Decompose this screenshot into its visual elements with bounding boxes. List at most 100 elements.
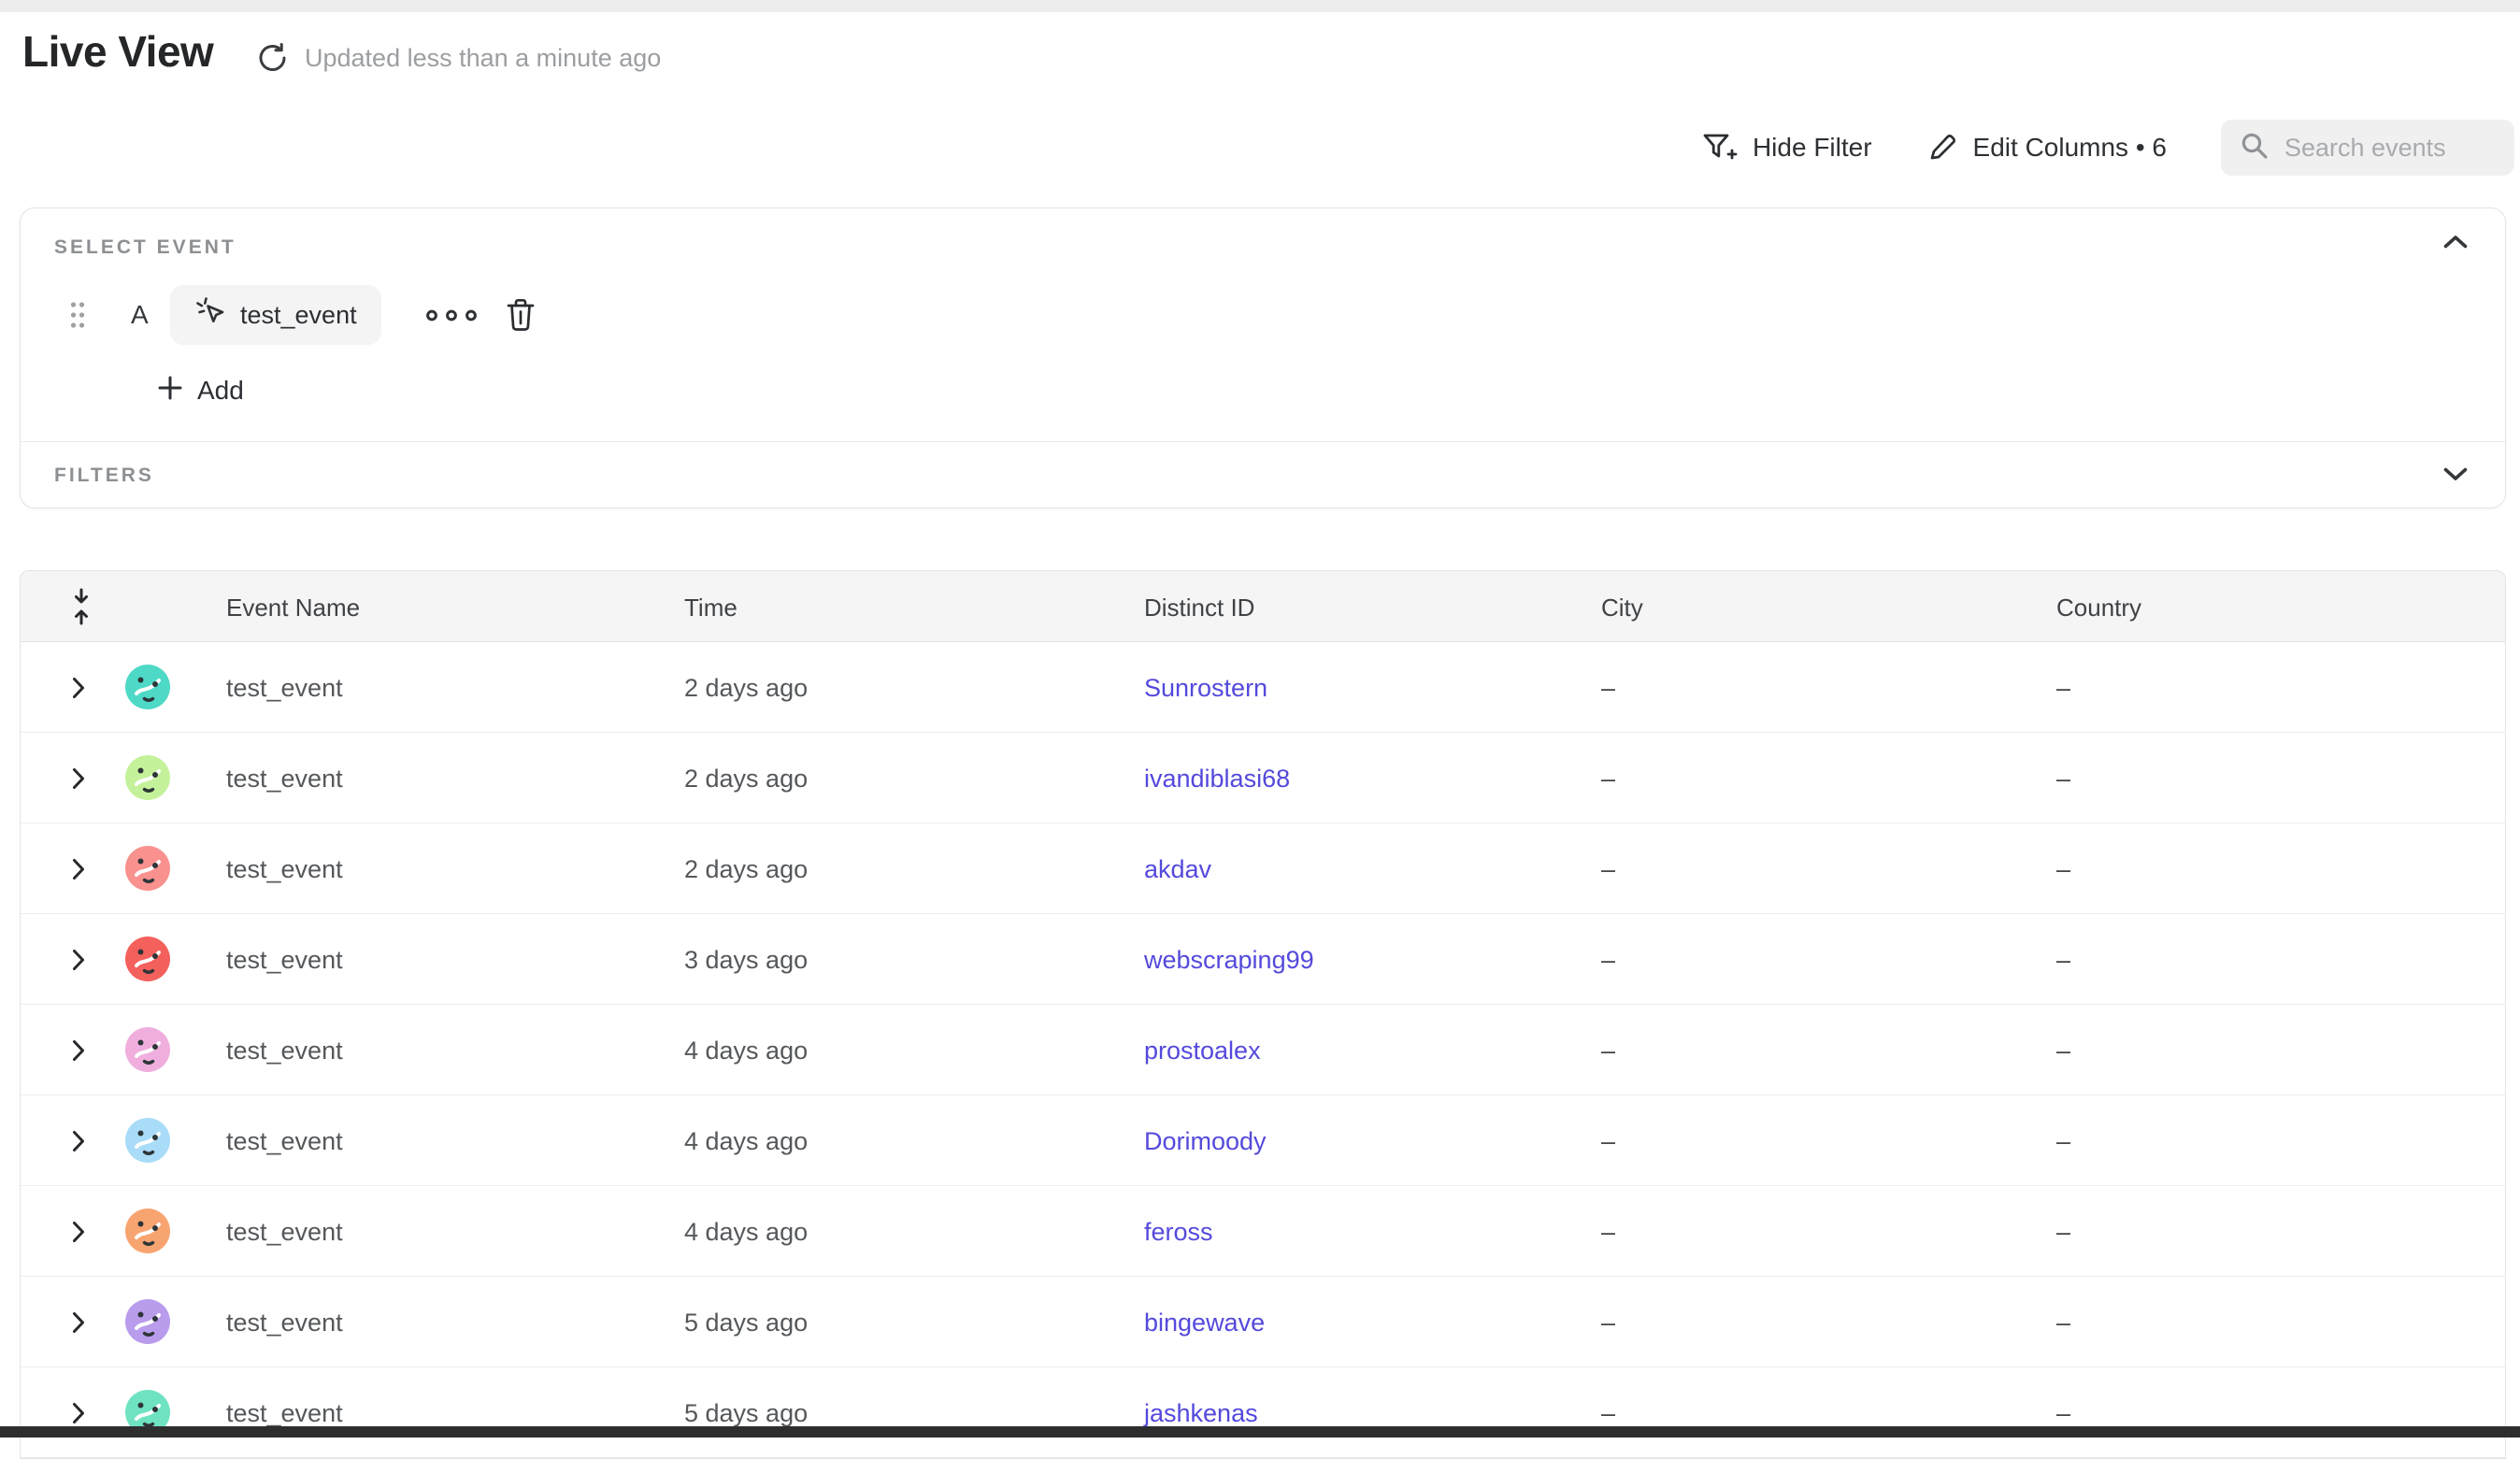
table-row: test_event 2 days ago Sunrostern – – — [21, 642, 2505, 733]
row-expand-chevron-icon[interactable] — [72, 1311, 85, 1338]
row-expand-chevron-icon[interactable] — [72, 767, 85, 794]
expand-filters-chevron-down-icon[interactable] — [2443, 467, 2468, 486]
distinct-id-link[interactable]: webscraping99 — [1144, 945, 1314, 975]
filters-section-label: FILTERS — [54, 465, 154, 487]
time-cell: 4 days ago — [684, 1126, 808, 1156]
avatar — [125, 755, 170, 800]
row-expand-chevron-icon[interactable] — [72, 858, 85, 885]
city-cell: – — [1601, 1217, 1615, 1247]
search-input[interactable] — [2284, 134, 2481, 163]
avatar — [125, 1027, 170, 1072]
edit-columns-label: Edit Columns • 6 — [1973, 133, 2167, 163]
events-table: Event Name Time Distinct ID City Country… — [20, 570, 2506, 1459]
table-row: test_event 4 days ago feross – – — [21, 1186, 2505, 1277]
more-options-icon[interactable] — [425, 309, 485, 326]
row-expand-chevron-icon[interactable] — [72, 1402, 85, 1429]
select-event-panel: SELECT EVENT A test_event Add FILTERS — [20, 207, 2506, 508]
avatar — [125, 1118, 170, 1163]
distinct-id-link[interactable]: Sunrostern — [1144, 673, 1267, 703]
select-event-section-label: SELECT EVENT — [54, 236, 236, 259]
distinct-id-link[interactable]: bingewave — [1144, 1308, 1265, 1337]
avatar — [125, 1209, 170, 1253]
country-cell: – — [2056, 1308, 2070, 1337]
distinct-id-link[interactable]: ivandiblasi68 — [1144, 764, 1290, 794]
time-cell: 3 days ago — [684, 945, 808, 975]
country-cell: – — [2056, 945, 2070, 975]
country-cell: – — [2056, 1217, 2070, 1247]
avatar — [125, 1299, 170, 1344]
page-title: Live View — [22, 26, 213, 77]
last-updated-text: Updated less than a minute ago — [305, 43, 661, 73]
country-cell: – — [2056, 1398, 2070, 1428]
country-cell: – — [2056, 854, 2070, 884]
city-cell: – — [1601, 1126, 1615, 1156]
distinct-id-link[interactable]: feross — [1144, 1217, 1213, 1247]
trash-icon[interactable] — [505, 297, 537, 337]
city-cell: – — [1601, 1036, 1615, 1066]
table-row: test_event 2 days ago ivandiblasi68 – – — [21, 733, 2505, 823]
filter-plus-icon — [1702, 131, 1738, 164]
distinct-id-link[interactable]: prostoalex — [1144, 1036, 1261, 1066]
hide-filter-button[interactable]: Hide Filter — [1702, 131, 1872, 164]
event-name-cell: test_event — [226, 1126, 343, 1156]
country-cell: – — [2056, 673, 2070, 703]
col-header-event-name[interactable]: Event Name — [226, 594, 360, 622]
search-box[interactable] — [2221, 120, 2514, 176]
event-name-cell: test_event — [226, 1398, 343, 1428]
country-cell: – — [2056, 764, 2070, 794]
col-header-country[interactable]: Country — [2056, 594, 2141, 622]
event-select-chip[interactable]: test_event — [170, 285, 381, 345]
avatar — [125, 665, 170, 709]
col-header-time[interactable]: Time — [684, 594, 737, 622]
city-cell: – — [1601, 1398, 1615, 1428]
plus-icon — [157, 375, 183, 408]
time-cell: 2 days ago — [684, 764, 808, 794]
avatar — [125, 937, 170, 981]
country-cell: – — [2056, 1036, 2070, 1066]
distinct-id-link[interactable]: Dorimoody — [1144, 1126, 1267, 1156]
time-cell: 2 days ago — [684, 854, 808, 884]
selected-event-name: test_event — [240, 301, 357, 330]
table-row: test_event 5 days ago bingewave – – — [21, 1277, 2505, 1367]
city-cell: – — [1601, 764, 1615, 794]
distinct-id-link[interactable]: jashkenas — [1144, 1398, 1258, 1428]
panel-divider — [21, 441, 2505, 442]
page-top-strip — [0, 0, 2520, 12]
col-header-city[interactable]: City — [1601, 594, 1643, 622]
event-name-cell: test_event — [226, 1036, 343, 1066]
cursor-click-icon — [194, 296, 226, 335]
hide-filter-label: Hide Filter — [1753, 133, 1872, 163]
drag-handle-icon[interactable] — [69, 301, 86, 334]
city-cell: – — [1601, 673, 1615, 703]
table-header-row: Event Name Time Distinct ID City Country — [21, 571, 2505, 642]
clause-letter: A — [131, 300, 149, 330]
event-name-cell: test_event — [226, 1217, 343, 1247]
col-header-distinct-id[interactable]: Distinct ID — [1144, 594, 1254, 622]
event-name-cell: test_event — [226, 945, 343, 975]
collapse-section-chevron-up-icon[interactable] — [2443, 235, 2468, 253]
edit-columns-button[interactable]: Edit Columns • 6 — [1926, 132, 2167, 164]
refresh-icon[interactable] — [256, 41, 290, 75]
window-bottom-edge — [0, 1426, 2520, 1438]
row-expand-chevron-icon[interactable] — [72, 1130, 85, 1157]
table-row: test_event 4 days ago prostoalex – – — [21, 1005, 2505, 1095]
row-expand-chevron-icon[interactable] — [72, 1221, 85, 1248]
row-expand-chevron-icon[interactable] — [72, 677, 85, 704]
toolbar: Hide Filter Edit Columns • 6 — [1702, 119, 2514, 177]
add-event-button[interactable]: Add — [157, 364, 244, 418]
table-row: test_event 4 days ago Dorimoody – – — [21, 1095, 2505, 1186]
distinct-id-link[interactable]: akdav — [1144, 854, 1211, 884]
table-row: test_event 2 days ago akdav – – — [21, 823, 2505, 914]
time-cell: 2 days ago — [684, 673, 808, 703]
table-row: test_event 5 days ago jashkenas – – — [21, 1367, 2505, 1458]
row-expand-chevron-icon[interactable] — [72, 949, 85, 976]
country-cell: – — [2056, 1126, 2070, 1156]
row-expand-chevron-icon[interactable] — [72, 1039, 85, 1066]
pencil-icon — [1926, 132, 1958, 164]
event-name-cell: test_event — [226, 673, 343, 703]
event-name-cell: test_event — [226, 764, 343, 794]
event-name-cell: test_event — [226, 1308, 343, 1337]
city-cell: – — [1601, 1308, 1615, 1337]
time-cell: 5 days ago — [684, 1398, 808, 1428]
collapse-rows-icon[interactable] — [71, 588, 92, 630]
